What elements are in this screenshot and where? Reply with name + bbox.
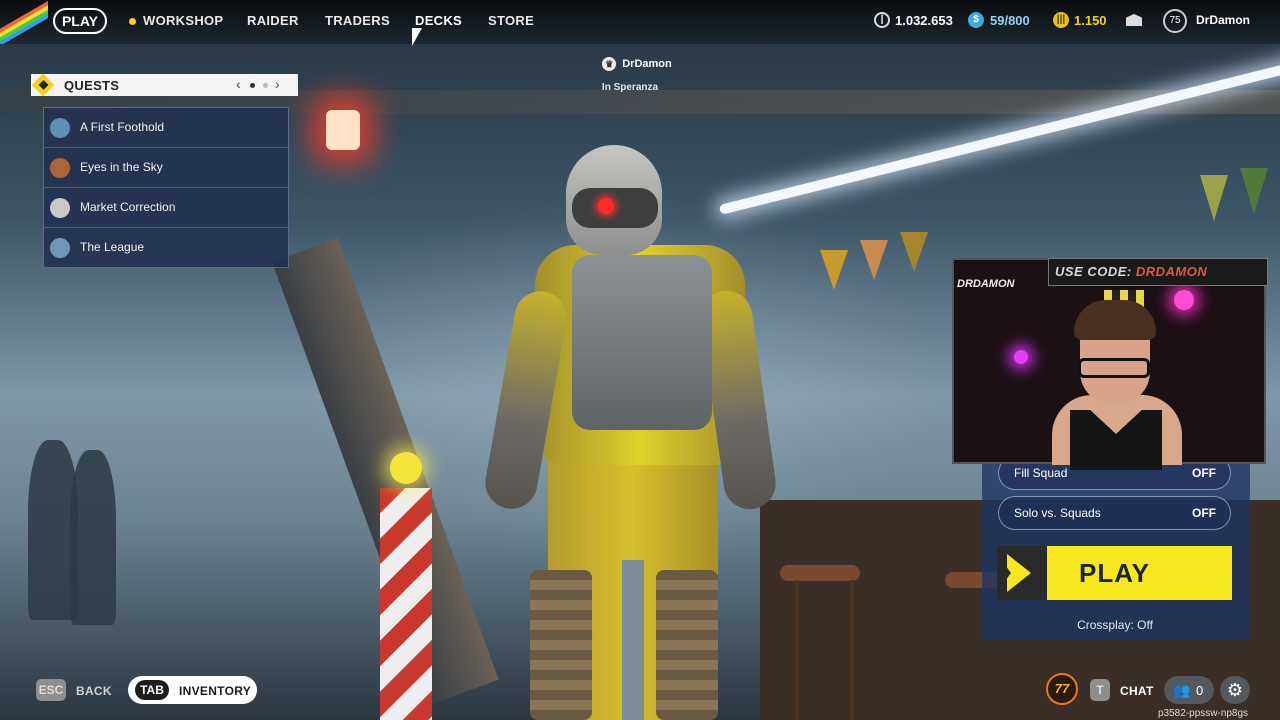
play-chevron-icon [997,546,1047,600]
streamer-hair [1074,300,1156,340]
quest-giver-avatar [50,158,70,178]
promo-code-banner: USE CODE: DRDAMON [1048,258,1268,286]
quest-list: A First Foothold Eyes in the Sky Market … [43,107,289,268]
player-nameplate: ♛ DrDamon [592,57,682,71]
chevron-left-icon[interactable]: ‹ [236,76,241,92]
tokens-value: 59/800 [990,13,1030,28]
mail-icon[interactable] [1126,14,1142,26]
friends-count: 0 [1196,683,1204,698]
quest-item[interactable]: Market Correction [44,188,288,228]
streamer-glasses [1078,358,1150,378]
promo-prefix: USE CODE: [1055,264,1132,279]
quest-giver-avatar [50,238,70,258]
esc-key[interactable]: ESC [36,679,66,701]
stool-leg [795,580,799,720]
friends-button[interactable]: 👥 0 [1164,676,1214,704]
character-red-eye [598,198,614,214]
striped-barrier-post [380,488,432,720]
character-boot-left [530,570,592,720]
inventory-label: INVENTORY [179,684,252,698]
top-nav-bar: PLAY WORKSHOP RAIDER TRADERS DECKS STORE… [0,0,1280,44]
friends-icon: 👥 [1173,682,1191,698]
bunting-flag [860,240,888,280]
coin-icon: | [874,12,890,28]
red-warning-lamp [326,110,360,150]
character-leg-gap [622,560,644,720]
rainbow-stream-decoration [0,0,48,44]
bunting-flag [1240,168,1268,214]
nav-workshop[interactable]: WORKSHOP [143,13,223,28]
bunting-flag [820,250,848,290]
chevron-right-icon[interactable]: › [275,76,280,92]
quest-item[interactable]: The League [44,228,288,267]
toggle-value: OFF [1192,466,1216,480]
quest-item[interactable]: Eyes in the Sky [44,148,288,188]
play-button[interactable]: PLAY [997,546,1232,600]
mouse-cursor-icon [412,28,422,46]
chat-key[interactable]: T [1090,679,1110,701]
username[interactable]: DrDamon [1196,13,1250,27]
logo-text: DRDAMON [957,278,1015,290]
stool-leg [850,580,854,720]
quest-label: Eyes in the Sky [80,160,163,174]
quest-item[interactable]: A First Foothold [44,108,288,148]
bunting-flag [900,232,928,272]
player-name: DrDamon [622,57,672,70]
back-label[interactable]: BACK [76,684,112,698]
streamer-logo: DRDAMON [957,278,1014,290]
player-emblem-icon: ♛ [602,57,617,71]
nav-decks[interactable]: DECKS [415,13,462,28]
player-level-badge[interactable]: 75 [1163,9,1187,33]
nav-play-button[interactable]: PLAY [53,8,107,34]
page-dot [263,83,268,88]
workshop-notification-dot [129,18,136,25]
yellow-beacon-lamp [390,452,422,484]
toggle-label: Solo vs. Squads [1014,506,1101,520]
crossplay-status[interactable]: Crossplay: Off [1000,618,1230,632]
promo-code: DRDAMON [1135,264,1208,279]
solo-vs-squads-toggle[interactable]: Solo vs. Squads OFF [998,496,1231,530]
coins-value: 1.032.653 [895,13,953,28]
toggle-value: OFF [1192,506,1216,520]
settings-gear-icon[interactable]: ⚙ [1220,676,1250,704]
page-dot-active [250,83,255,88]
quest-label: The League [80,240,145,254]
tab-key: TAB [135,680,169,700]
season-badge[interactable]: 77 [1046,673,1078,705]
toggle-label: Fill Squad [1014,466,1068,480]
neon-light [1014,350,1028,364]
bar-stool [780,565,860,581]
raider-points-icon: ||| [1053,12,1069,28]
character-visor [572,188,658,228]
play-button-label: PLAY [1079,558,1150,588]
nav-raider[interactable]: RAIDER [247,13,299,28]
quest-label: A First Foothold [80,120,165,134]
quest-mark-icon: ◆ [39,77,49,91]
bunting-flag [1200,175,1228,221]
quest-label: Market Correction [80,200,176,214]
quests-title: QUESTS [64,78,120,93]
neon-light [1174,290,1194,310]
quest-giver-avatar [50,118,70,138]
chevron-shape [997,554,1011,592]
character-armor-vest [572,255,712,430]
quests-header: ◆ QUESTS ‹ › [31,73,298,97]
nav-traders[interactable]: TRADERS [325,13,390,28]
npc-silhouette [70,450,116,625]
nav-store[interactable]: STORE [488,13,534,28]
chat-label[interactable]: CHAT [1120,684,1154,698]
session-id: p3582-ppssw-np8gs [1158,708,1249,719]
neon-light-strip [718,59,1280,215]
quest-giver-avatar [50,198,70,218]
raider-points-value: 1.150 [1074,13,1107,28]
player-location: In Speranza [601,82,659,93]
token-icon: $ [968,12,984,28]
character-boot-right [656,570,718,720]
